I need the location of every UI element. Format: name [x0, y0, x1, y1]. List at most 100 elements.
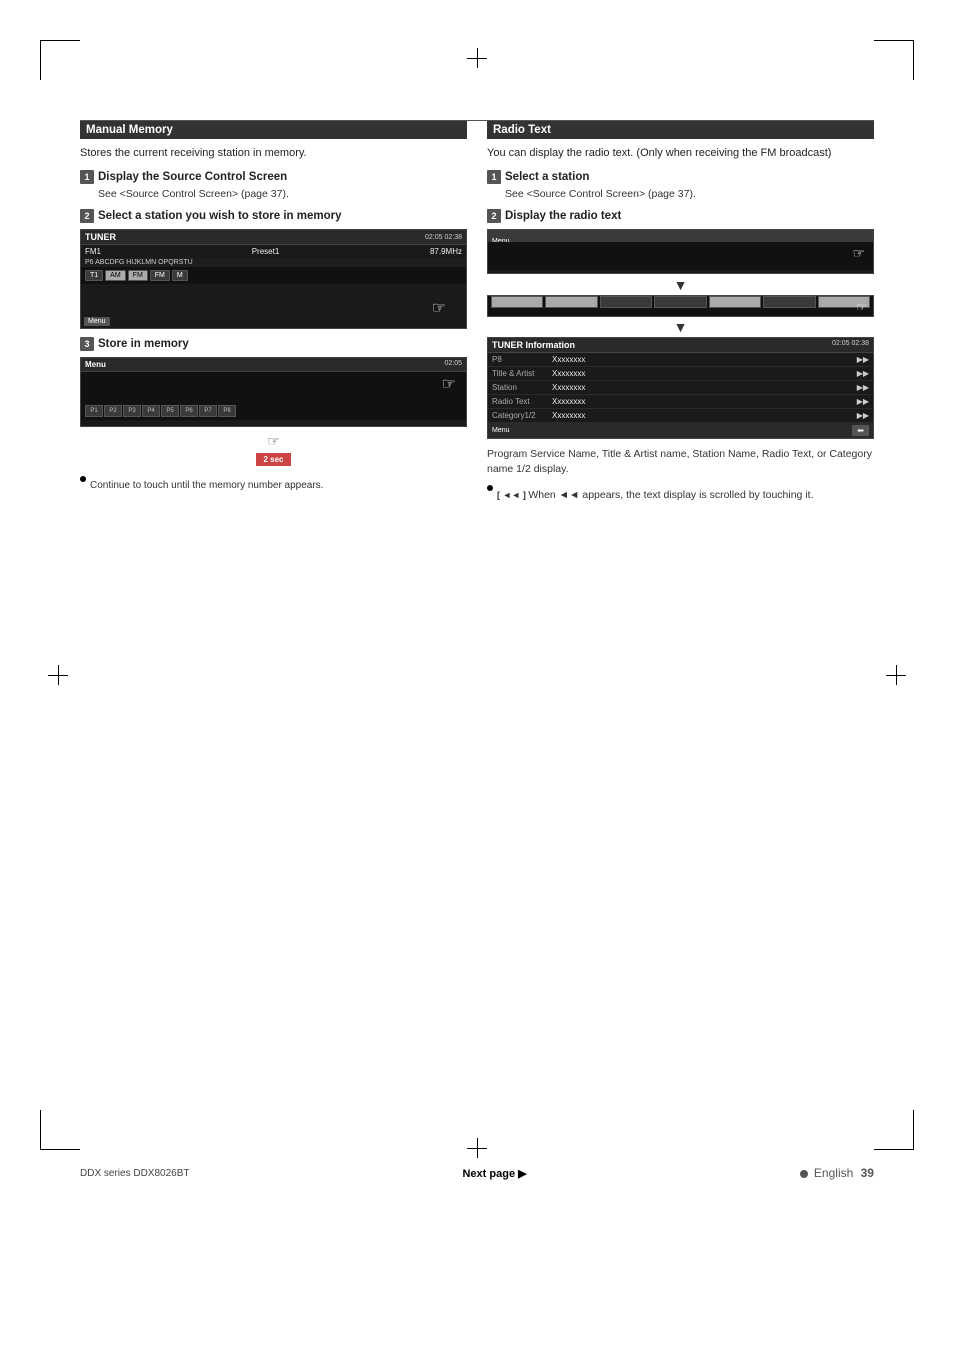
left-bullet — [80, 476, 86, 482]
store-btn-p6[interactable]: P6 — [180, 405, 198, 417]
tuner-info-icon-1: ▶▶ — [857, 369, 869, 378]
tuner-header: TUNER 02:05 02:38 — [81, 230, 466, 245]
finger-icon-store: ☞ — [267, 433, 280, 449]
bar-item-2 — [545, 296, 597, 308]
step1-left: 1 Display the Source Control Screen See … — [80, 170, 467, 202]
tuner-info-value-p8: Xxxxxxxx — [552, 355, 854, 364]
tuner-btn-fm2[interactable]: FM — [150, 270, 170, 281]
tuner-info-header: TUNER Information 02:05 02:38 — [488, 338, 873, 353]
tuner-info-label-p8: P8 — [492, 355, 552, 364]
radio-bar-screen: ☞ — [487, 295, 874, 317]
tuner-info-icon-0: ▶▶ — [857, 355, 869, 364]
step1-right-sub: See <Source Control Screen> (page 37). — [505, 187, 874, 202]
step1-right-label: 1 Select a station — [487, 170, 874, 184]
left-note-row: Continue to touch until the memory numbe… — [80, 474, 467, 493]
store-btn-p2[interactable]: P2 — [104, 405, 122, 417]
store-btn-p4[interactable]: P4 — [142, 405, 160, 417]
tuner-info-footer: Menu ⬅ — [488, 423, 873, 438]
tuner-info-icon-3: ▶▶ — [857, 397, 869, 406]
tuner-fm1: FM1 — [85, 247, 101, 256]
bar-item-4 — [654, 296, 706, 308]
tuner-time: 02:05 02:38 — [425, 234, 462, 241]
tuner-info-label-cat: Category1/2 — [492, 411, 552, 420]
tuner-info-label-ta: Title & Artist — [492, 369, 552, 378]
tuner-info-title: TUNER Information — [492, 340, 575, 350]
right-note: [ ◄◄ ] When ◄◄ appears, the text display… — [497, 488, 813, 503]
tuner-btn-t1[interactable]: T1 — [85, 270, 103, 281]
step1-left-num: 1 — [80, 170, 94, 184]
footer-language: English — [814, 1166, 853, 1180]
next-page-label: Next page ▶ — [462, 1167, 526, 1180]
step2-right: 2 Display the radio text Menu ☞ ▼ — [487, 209, 874, 439]
tuner-screen-mockup: TUNER 02:05 02:38 FM1 Preset1 87.9MHz P6… — [80, 229, 467, 329]
bracket-icon: [ ◄◄ ] — [497, 490, 528, 500]
store-finger-icon: ☞ — [442, 374, 456, 394]
step3-left-title: Store in memory — [98, 338, 189, 350]
store-dark-area: ☞ — [81, 372, 466, 402]
tuner-menu[interactable]: Menu — [84, 317, 110, 326]
tuner-info-value-st: Xxxxxxxx — [552, 383, 854, 392]
radio-top-screen: Menu ☞ — [487, 229, 874, 274]
store-btn-p3[interactable]: P3 — [123, 405, 141, 417]
timer-badge: 2 sec — [256, 453, 291, 466]
step1-left-label: 1 Display the Source Control Screen — [80, 170, 467, 184]
reg-mark-tl — [40, 40, 80, 80]
left-note: Continue to touch until the memory numbe… — [90, 479, 323, 493]
radio-text-section: Radio Text You can display the radio tex… — [487, 121, 874, 502]
store-btn-p1[interactable]: P1 — [85, 405, 103, 417]
radio-top-menubar: Menu — [488, 230, 873, 242]
tuner-info-row-4: Category1/2 Xxxxxxxx ▶▶ — [488, 409, 873, 423]
tuner-info-row-3: Radio Text Xxxxxxxx ▶▶ — [488, 395, 873, 409]
store-screen-mockup: Menu 02:05 ☞ P1 P2 P3 P4 P5 P6 P7 P8 — [80, 357, 467, 427]
step3-left-num: 3 — [80, 337, 94, 351]
tuner-info-row-1: Title & Artist Xxxxxxxx ▶▶ — [488, 367, 873, 381]
step2-right-label: 2 Display the radio text — [487, 209, 874, 223]
step3-left: 3 Store in memory Menu 02:05 ☞ P1 P2 — [80, 337, 467, 466]
tuner-btn-m[interactable]: M — [172, 270, 188, 281]
columns-layout: Manual Memory Stores the current receivi… — [80, 121, 874, 502]
store-btn-p7[interactable]: P7 — [199, 405, 217, 417]
tuner-info-time: 02:05 02:38 — [832, 340, 869, 350]
right-bullet — [487, 485, 493, 491]
step1-left-title: Display the Source Control Screen — [98, 171, 287, 183]
tuner-freq: 87.9MHz — [430, 247, 462, 256]
tuner-title: TUNER — [85, 232, 116, 242]
store-btn-p5[interactable]: P5 — [161, 405, 179, 417]
right-note-text: When ◄◄ appears, the text display is scr… — [528, 489, 813, 501]
bar-item-1 — [491, 296, 543, 308]
bar-item-5 — [709, 296, 761, 308]
store-btn-p8[interactable]: P8 — [218, 405, 236, 417]
radio-bar-finger: ☞ — [856, 300, 867, 314]
finger-icon-tuner: ☞ — [432, 298, 446, 318]
footer-page: English 39 — [800, 1166, 874, 1180]
main-content: Manual Memory Stores the current receivi… — [80, 120, 874, 1130]
reg-mark-tr — [874, 40, 914, 80]
finger-below-store: ☞ — [80, 433, 467, 450]
manual-memory-section: Manual Memory Stores the current receivi… — [80, 121, 467, 502]
reg-mark-br — [874, 1110, 914, 1150]
radio-bar-items — [488, 296, 873, 308]
tuner-back-btn[interactable]: ⬅ — [852, 425, 869, 436]
bar-item-6 — [763, 296, 815, 308]
tuner-info-label-st: Station — [492, 383, 552, 392]
lang-dot-icon — [800, 1170, 808, 1178]
step2-left-title: Select a station you wish to store in me… — [98, 210, 341, 222]
step1-right: 1 Select a station See <Source Control S… — [487, 170, 874, 202]
tuner-info-value-cat: Xxxxxxxx — [552, 411, 854, 420]
crosshair-bottom — [467, 1138, 487, 1158]
crosshair-left — [48, 665, 68, 685]
right-note-row: [ ◄◄ ] When ◄◄ appears, the text display… — [487, 483, 874, 503]
tuner-row1: FM1 Preset1 87.9MHz — [81, 245, 466, 258]
manual-memory-intro: Stores the current receiving station in … — [80, 145, 467, 162]
tuner-info-icon-2: ▶▶ — [857, 383, 869, 392]
tuner-info-icon-4: ▶▶ — [857, 411, 869, 420]
tuner-btn-am[interactable]: AM — [105, 270, 126, 281]
tuner-btn-fm1[interactable]: FM — [128, 270, 148, 281]
crosshair-right — [886, 665, 906, 685]
footer-series: DDX series DDX8026BT — [80, 1168, 189, 1179]
radio-text-title: Radio Text — [487, 121, 874, 139]
timer-badge-wrapper: 2 sec — [80, 453, 467, 466]
step2-right-num: 2 — [487, 209, 501, 223]
step1-right-title: Select a station — [505, 171, 589, 183]
tuner-info-value-rt: Xxxxxxxx — [552, 397, 854, 406]
